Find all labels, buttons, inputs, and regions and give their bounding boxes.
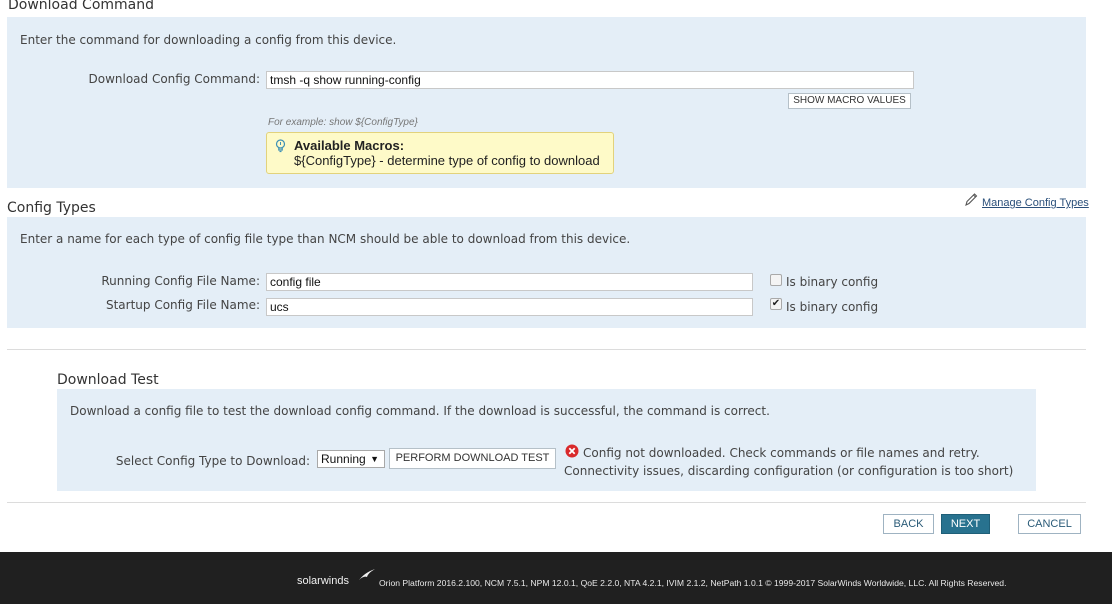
example-hint: For example: show ${ConfigType} (268, 117, 418, 128)
startup-binary-label: Is binary config (786, 300, 879, 314)
manage-config-types-link[interactable]: Manage Config Types (982, 197, 1089, 209)
available-macros-title: Available Macros: (294, 138, 405, 153)
checkmark-icon: ✔ (771, 298, 781, 309)
solarwinds-logo: solarwinds (297, 575, 349, 587)
download-command-intro: Enter the command for downloading a conf… (20, 33, 397, 47)
startup-binary-checkbox[interactable]: ✔ (770, 298, 782, 310)
running-config-file-name-input[interactable] (266, 273, 753, 291)
config-type-select-value: Running (321, 452, 366, 466)
pencil-icon[interactable] (964, 192, 978, 207)
available-macros-box: Available Macros: ${ConfigType} - determ… (266, 132, 614, 174)
error-icon (565, 444, 579, 458)
section-divider (7, 349, 1086, 350)
footer-copyright: Orion Platform 2016.2.100, NCM 7.5.1, NP… (379, 578, 1007, 588)
cancel-button[interactable]: CANCEL (1018, 514, 1081, 534)
back-button[interactable]: BACK (883, 514, 934, 534)
next-button[interactable]: NEXT (941, 514, 990, 534)
nav-divider (7, 502, 1086, 503)
download-test-intro: Download a config file to test the downl… (70, 404, 770, 418)
available-macros-line: ${ConfigType} - determine type of config… (294, 153, 600, 168)
config-type-select[interactable]: Running ▼ (317, 450, 385, 468)
select-config-type-label: Select Config Type to Download: (115, 454, 310, 468)
startup-config-file-name-label: Startup Config File Name: (105, 298, 260, 312)
error-message-line2: Connectivity issues, discarding configur… (564, 464, 1014, 478)
error-message-line1: Config not downloaded. Check commands or… (583, 446, 980, 460)
footer: solarwinds Orion Platform 2016.2.100, NC… (0, 552, 1112, 604)
running-config-file-name-label: Running Config File Name: (101, 274, 260, 288)
download-config-command-label: Download Config Command: (88, 72, 261, 86)
running-binary-checkbox[interactable] (770, 274, 782, 286)
perform-download-test-button[interactable]: PERFORM DOWNLOAD TEST (389, 448, 556, 469)
download-test-title: Download Test (57, 372, 159, 388)
solarwinds-bird-icon (359, 569, 375, 580)
config-types-intro: Enter a name for each type of config fil… (20, 232, 631, 246)
show-macro-values-button[interactable]: SHOW MACRO VALUES (788, 93, 911, 109)
lightbulb-icon (275, 139, 286, 153)
config-types-title: Config Types (7, 200, 96, 216)
running-binary-label: Is binary config (786, 275, 879, 289)
startup-config-file-name-input[interactable] (266, 298, 753, 316)
download-config-command-input[interactable] (266, 71, 914, 89)
chevron-down-icon: ▼ (370, 454, 379, 464)
download-command-title: Download Command (8, 0, 154, 13)
